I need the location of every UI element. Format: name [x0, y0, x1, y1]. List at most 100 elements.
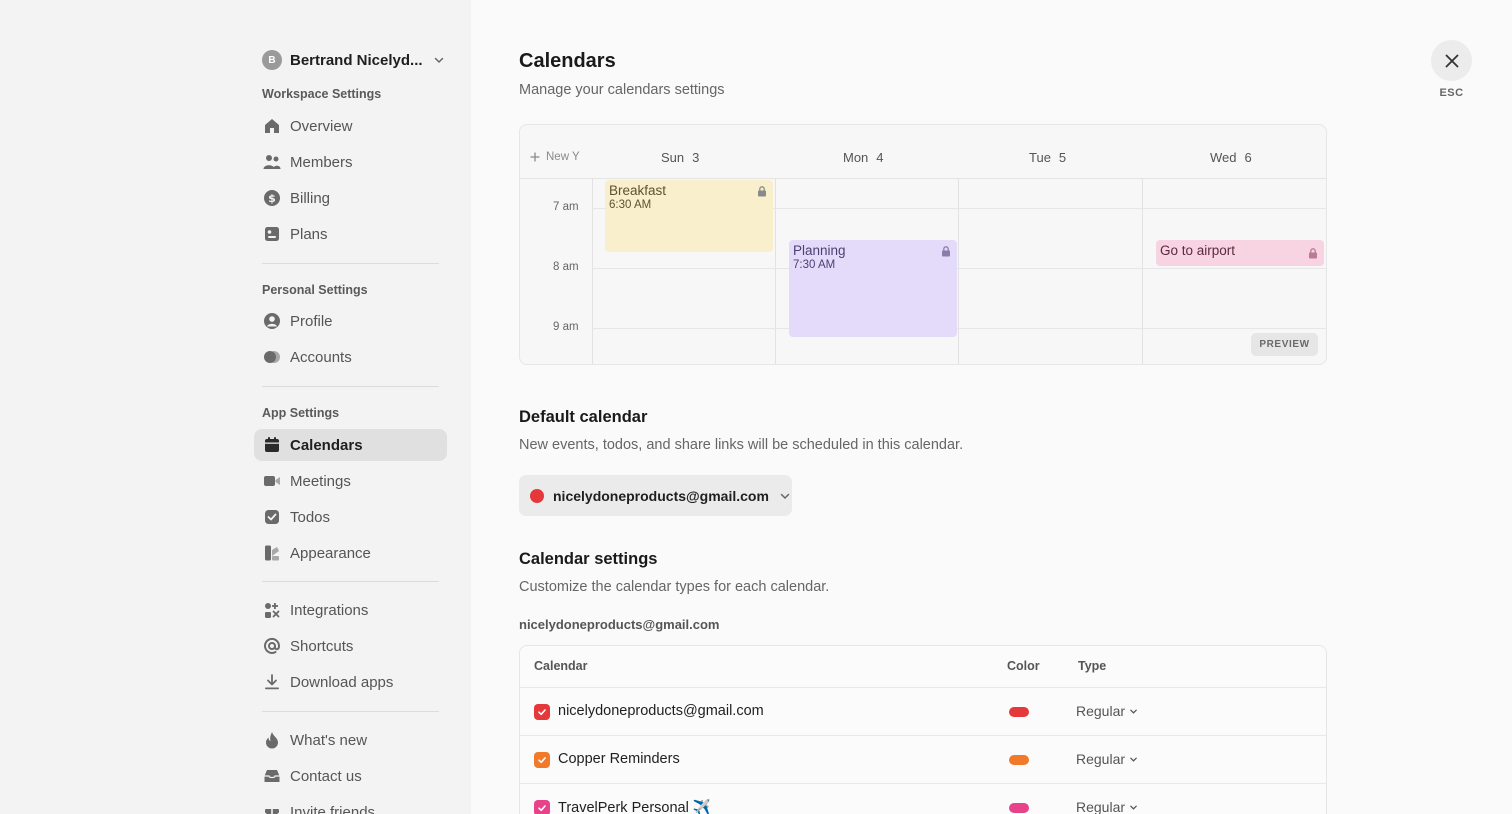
sidebar-item-profile[interactable]: Profile	[254, 305, 447, 337]
column-header-calendar: Calendar	[534, 659, 588, 673]
sidebar-item-meetings[interactable]: Meetings	[254, 465, 447, 497]
check-icon	[538, 805, 546, 812]
sidebar-item-calendars[interactable]: Calendars	[254, 429, 447, 461]
calendar-settings-description: Customize the calendar types for each ca…	[519, 579, 830, 595]
preview-badge: PREVIEW	[1251, 333, 1318, 356]
avatar: B	[262, 50, 282, 70]
section-label-personal: Personal Settings	[262, 283, 368, 297]
calendar-settings-heading: Calendar settings	[519, 550, 658, 568]
new-event-label: New Y	[546, 151, 580, 163]
lock-icon	[942, 246, 950, 257]
gift-icon	[262, 802, 282, 814]
sidebar-item-plans[interactable]: Plans	[254, 218, 447, 250]
day-header: Wed 6	[1210, 150, 1252, 165]
type-value: Regular	[1076, 703, 1126, 719]
sidebar-item-label: Overview	[290, 117, 353, 135]
user-circle-icon	[262, 311, 282, 331]
color-swatch[interactable]	[1009, 755, 1029, 765]
column-header-type: Type	[1078, 659, 1107, 673]
day-number: 6	[1244, 150, 1252, 165]
grid-line	[775, 179, 776, 364]
divider	[262, 263, 439, 264]
sidebar-item-whats-new[interactable]: What's new	[254, 724, 447, 756]
sidebar-item-label: Billing	[290, 189, 331, 207]
event-breakfast[interactable]: Breakfast 6:30 AM	[605, 180, 773, 252]
event-time: 6:30 AM	[609, 199, 652, 211]
sidebar-item-download-apps[interactable]: Download apps	[254, 666, 447, 698]
sidebar-item-label: Contact us	[290, 767, 362, 785]
day-name: Tue	[1029, 150, 1051, 165]
day-number: 5	[1058, 150, 1067, 165]
sidebar-item-label: Todos	[290, 508, 331, 526]
divider	[262, 581, 439, 582]
new-event-hint: New Y	[530, 151, 580, 163]
day-header: Tue 5	[1029, 150, 1066, 165]
sidebar-item-label: What's new	[290, 731, 368, 749]
type-select[interactable]: Regular	[1076, 703, 1138, 719]
sidebar-item-accounts[interactable]: Accounts	[254, 341, 447, 373]
plus-icon	[530, 152, 540, 162]
color-swatch[interactable]	[1009, 707, 1029, 717]
close-button[interactable]	[1431, 40, 1472, 81]
color-swatch[interactable]	[1009, 803, 1029, 813]
sidebar-item-shortcuts[interactable]: Shortcuts	[254, 630, 447, 662]
account-email: nicelydoneproducts@gmail.com	[519, 617, 720, 632]
sidebar-item-label: Integrations	[290, 601, 369, 619]
chevron-down-icon	[1130, 757, 1137, 762]
sidebar-item-label: Calendars	[290, 436, 363, 454]
integrations-icon	[262, 600, 282, 620]
sidebar-item-label: Download apps	[290, 673, 394, 691]
sidebar-item-label: Members	[290, 153, 353, 171]
sidebar-item-label: Invite friends	[290, 803, 376, 814]
grid-line	[958, 179, 959, 364]
type-select[interactable]: Regular	[1076, 799, 1138, 814]
type-value: Regular	[1076, 751, 1126, 767]
grid-line	[592, 179, 593, 364]
sidebar-item-label: Shortcuts	[290, 637, 354, 655]
account-switcher[interactable]: B Bertrand Nicelyd...	[262, 48, 445, 72]
download-icon	[262, 672, 282, 692]
hour-label: 8 am	[553, 261, 579, 273]
calendar-checkbox[interactable]	[534, 752, 550, 768]
divider	[262, 711, 439, 712]
day-name: Wed	[1210, 150, 1237, 165]
sidebar-item-members[interactable]: Members	[254, 146, 447, 178]
sidebar-item-contact-us[interactable]: Contact us	[254, 760, 447, 792]
sidebar-item-appearance[interactable]: Appearance	[254, 537, 447, 569]
chevron-down-icon	[779, 490, 791, 502]
default-calendar-value: nicelydoneproducts@gmail.com	[553, 487, 769, 504]
default-calendar-select[interactable]: nicelydoneproducts@gmail.com	[519, 475, 792, 516]
sidebar-item-overview[interactable]: Overview	[254, 110, 447, 142]
users-icon	[262, 152, 282, 172]
sidebar-item-label: Appearance	[290, 544, 371, 562]
account-name: Bertrand Nicelyd...	[290, 51, 423, 69]
video-camera-icon	[262, 471, 282, 491]
sidebar-item-invite-friends[interactable]: Invite friends	[254, 796, 447, 814]
calendar-name: Copper Reminders	[558, 751, 680, 767]
day-name: Sun	[661, 150, 685, 165]
default-calendar-description: New events, todos, and share links will …	[519, 437, 964, 453]
at-sign-icon	[262, 636, 282, 656]
event-time: 7:30 AM	[793, 259, 836, 271]
calendar-settings-table: Calendar Color Type nicelydoneproducts@g…	[519, 645, 1327, 814]
sidebar-item-integrations[interactable]: Integrations	[254, 594, 447, 626]
home-icon	[262, 116, 282, 136]
table-row: nicelydoneproducts@gmail.com Regular	[520, 687, 1326, 735]
calendar-checkbox[interactable]	[534, 704, 550, 720]
grid-line	[1142, 179, 1143, 364]
section-label-app: App Settings	[262, 406, 340, 420]
dollar-circle-icon: $	[262, 188, 282, 208]
sidebar-item-todos[interactable]: Todos	[254, 501, 447, 533]
sidebar-item-billing[interactable]: $ Billing	[254, 182, 447, 214]
event-planning[interactable]: Planning 7:30 AM	[789, 240, 957, 337]
default-calendar-heading: Default calendar	[519, 408, 648, 426]
type-select[interactable]: Regular	[1076, 751, 1138, 767]
day-number: 4	[876, 150, 884, 165]
grid-line	[592, 328, 1326, 329]
day-name: Mon	[843, 150, 869, 165]
chevron-down-icon	[1130, 709, 1137, 714]
sidebar-item-label: Plans	[290, 225, 328, 243]
calendar-checkbox[interactable]	[534, 800, 550, 814]
hour-label: 9 am	[553, 321, 579, 333]
event-go-to-airport[interactable]: Go to airport	[1156, 240, 1324, 266]
